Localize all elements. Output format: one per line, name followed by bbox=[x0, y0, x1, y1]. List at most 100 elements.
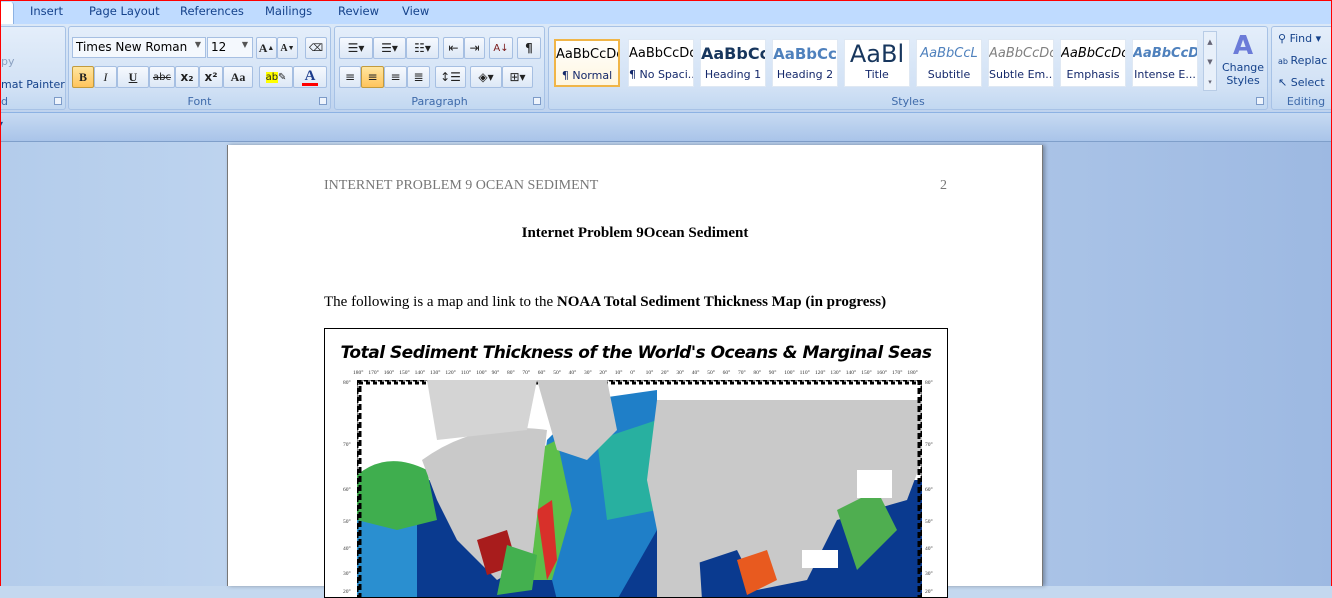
paragraph-group: ☰▾ ☰▾ ☷▾ ⇤ ⇥ A↓ ¶ ≡ ≡ ≡ ≣ ↕☰ ◈▾ ⊞▾ Parag… bbox=[334, 26, 545, 110]
longitude-label: 40° bbox=[568, 370, 577, 376]
longitude-label: 160° bbox=[876, 370, 888, 376]
cursor-icon: ↖ bbox=[1278, 76, 1291, 89]
longitude-label: 160° bbox=[383, 370, 395, 376]
tab-review[interactable]: Review bbox=[338, 4, 379, 18]
multilevel-list-icon[interactable]: ☷▾ bbox=[406, 37, 439, 59]
longitude-label: 180° bbox=[907, 370, 918, 376]
customize-toolbar-icon[interactable]: ▾ bbox=[0, 119, 3, 130]
find-button[interactable]: ⚲ Find ▾ bbox=[1278, 32, 1321, 45]
bold-button[interactable]: B bbox=[72, 66, 94, 88]
numbering-icon[interactable]: ☰▾ bbox=[373, 37, 406, 59]
ribbon: py mat Painter d Times New Roman ▼ 12 ▼ A ▲… bbox=[0, 24, 1332, 112]
latitude-label: 40° bbox=[343, 546, 351, 552]
latitude-label: 60° bbox=[343, 487, 351, 493]
clear-formatting-icon[interactable]: ⌫ bbox=[305, 37, 327, 59]
style-subtle-emphasis[interactable]: AaBbCcDc Subtle Em... bbox=[988, 39, 1054, 87]
change-styles-button[interactable]: A Change Styles bbox=[1221, 31, 1265, 93]
format-painter-button[interactable]: mat Painter bbox=[1, 78, 65, 91]
clipboard-launcher[interactable] bbox=[54, 97, 62, 105]
bullets-icon[interactable]: ☰▾ bbox=[339, 37, 373, 59]
styles-group-label: Styles bbox=[891, 95, 925, 108]
chevron-down-icon: ▼ bbox=[241, 40, 248, 49]
font-group: Times New Roman ▼ 12 ▼ A ▲ A ▼ ⌫ B I U abc x… bbox=[68, 26, 331, 110]
tab-mailings[interactable]: Mailings bbox=[265, 4, 312, 18]
shrink-font-button[interactable]: A ▼ bbox=[277, 37, 298, 59]
select-button[interactable]: ↖ Select bbox=[1278, 76, 1325, 89]
document-page[interactable]: INTERNET PROBLEM 9 OCEAN SEDIMENT 2 Inte… bbox=[227, 145, 1043, 598]
noaa-link-text[interactable]: NOAA Total Sediment Thickness Map (in pr… bbox=[557, 294, 886, 310]
longitude-label: 80° bbox=[753, 370, 762, 376]
style-title[interactable]: AaBl Title bbox=[844, 39, 910, 87]
style-intense-emphasis[interactable]: AaBbCcDcIntense E... bbox=[1132, 39, 1198, 87]
font-group-label: Font bbox=[187, 95, 212, 108]
latitude-label: 50° bbox=[343, 519, 351, 525]
underline-button[interactable]: U bbox=[117, 66, 149, 88]
longitude-label: 150° bbox=[861, 370, 872, 376]
paragraph-group-label: Paragraph bbox=[411, 95, 468, 108]
longitude-label: 100° bbox=[784, 370, 795, 376]
longitude-label: 60° bbox=[537, 370, 546, 376]
font-name-select[interactable]: Times New Roman ▼ bbox=[72, 37, 206, 58]
tab-home[interactable] bbox=[0, 2, 14, 26]
font-color-button[interactable]: A bbox=[293, 66, 327, 88]
increase-indent-icon[interactable]: ⇥ bbox=[464, 37, 485, 59]
tab-references[interactable]: References bbox=[180, 4, 244, 18]
styles-group: AaBbCcDc ¶ Normal AaBbCcDc ¶ No Spaci... A… bbox=[548, 26, 1268, 110]
longitude-label: 60° bbox=[722, 370, 731, 376]
latitude-label: 80° bbox=[343, 380, 351, 386]
latitude-label: 20° bbox=[925, 589, 933, 595]
paragraph-launcher[interactable] bbox=[533, 97, 541, 105]
longitude-label: 20° bbox=[599, 370, 608, 376]
sort-button[interactable]: A↓ bbox=[489, 37, 513, 59]
change-case-button[interactable]: Aa bbox=[223, 66, 253, 88]
style-normal[interactable]: AaBbCcDc ¶ Normal bbox=[554, 39, 620, 87]
replace-icon: ab bbox=[1278, 57, 1291, 66]
copy-button[interactable]: py bbox=[1, 55, 15, 68]
align-left-icon[interactable]: ≡ bbox=[339, 66, 361, 88]
latitude-label: 70° bbox=[343, 442, 351, 448]
style-heading-1[interactable]: AaBbCc Heading 1 bbox=[700, 39, 766, 87]
longitude-label: 130° bbox=[830, 370, 841, 376]
font-launcher[interactable] bbox=[319, 97, 327, 105]
grow-font-button[interactable]: A ▲ bbox=[256, 37, 277, 59]
style-no-spacing[interactable]: AaBbCcDc ¶ No Spaci... bbox=[628, 39, 694, 87]
align-center-icon[interactable]: ≡ bbox=[361, 66, 384, 88]
subscript-button[interactable]: x₂ bbox=[175, 66, 199, 88]
latitude-label: 80° bbox=[925, 380, 933, 386]
latitude-label: 20° bbox=[343, 589, 351, 595]
tab-insert[interactable]: Insert bbox=[30, 4, 63, 18]
latitude-label: 70° bbox=[925, 442, 933, 448]
decrease-indent-icon[interactable]: ⇤ bbox=[443, 37, 464, 59]
style-emphasis[interactable]: AaBbCcDc Emphasis bbox=[1060, 39, 1126, 87]
longitude-label: 110° bbox=[799, 370, 810, 376]
line-spacing-icon[interactable]: ↕☰ bbox=[435, 66, 466, 88]
tab-view[interactable]: View bbox=[402, 4, 429, 18]
body-paragraph: The following is a map and link to the N… bbox=[324, 294, 887, 310]
font-size-select[interactable]: 12 ▼ bbox=[207, 37, 253, 58]
style-heading-2[interactable]: AaBbCc Heading 2 bbox=[772, 39, 838, 87]
shading-icon[interactable]: ◈▾ bbox=[470, 66, 502, 88]
show-formatting-button[interactable]: ¶ bbox=[517, 37, 541, 59]
italic-button[interactable]: I bbox=[94, 66, 117, 88]
sediment-map-figure: Total Sediment Thickness of the World's … bbox=[324, 328, 948, 598]
latitude-label: 30° bbox=[925, 571, 933, 577]
tab-page-layout[interactable]: Page Layout bbox=[89, 4, 160, 18]
latitude-label: 40° bbox=[925, 546, 933, 552]
replace-button[interactable]: ab Replac bbox=[1278, 54, 1327, 67]
latitude-label: 60° bbox=[925, 487, 933, 493]
editing-group: ⚲ Find ▾ ab Replac ↖ Select Editing bbox=[1271, 26, 1332, 110]
longitude-label: 140° bbox=[845, 370, 857, 376]
superscript-button[interactable]: x² bbox=[199, 66, 223, 88]
strikethrough-button[interactable]: abc bbox=[149, 66, 175, 88]
styles-scrollbar[interactable]: ▲ ▼ ▾ bbox=[1203, 31, 1217, 91]
latitude-label: 50° bbox=[925, 519, 933, 525]
styles-launcher[interactable] bbox=[1256, 97, 1264, 105]
longitude-label: 90° bbox=[768, 370, 777, 376]
longitude-label: 40° bbox=[691, 370, 700, 376]
style-subtitle[interactable]: AaBbCcL Subtitle bbox=[916, 39, 982, 87]
align-right-icon[interactable]: ≡ bbox=[384, 66, 407, 88]
longitude-label: 10° bbox=[645, 370, 654, 376]
highlight-icon[interactable]: ab ✎ bbox=[259, 66, 293, 88]
borders-icon[interactable]: ⊞▾ bbox=[502, 66, 533, 88]
justify-icon[interactable]: ≣ bbox=[407, 66, 430, 88]
